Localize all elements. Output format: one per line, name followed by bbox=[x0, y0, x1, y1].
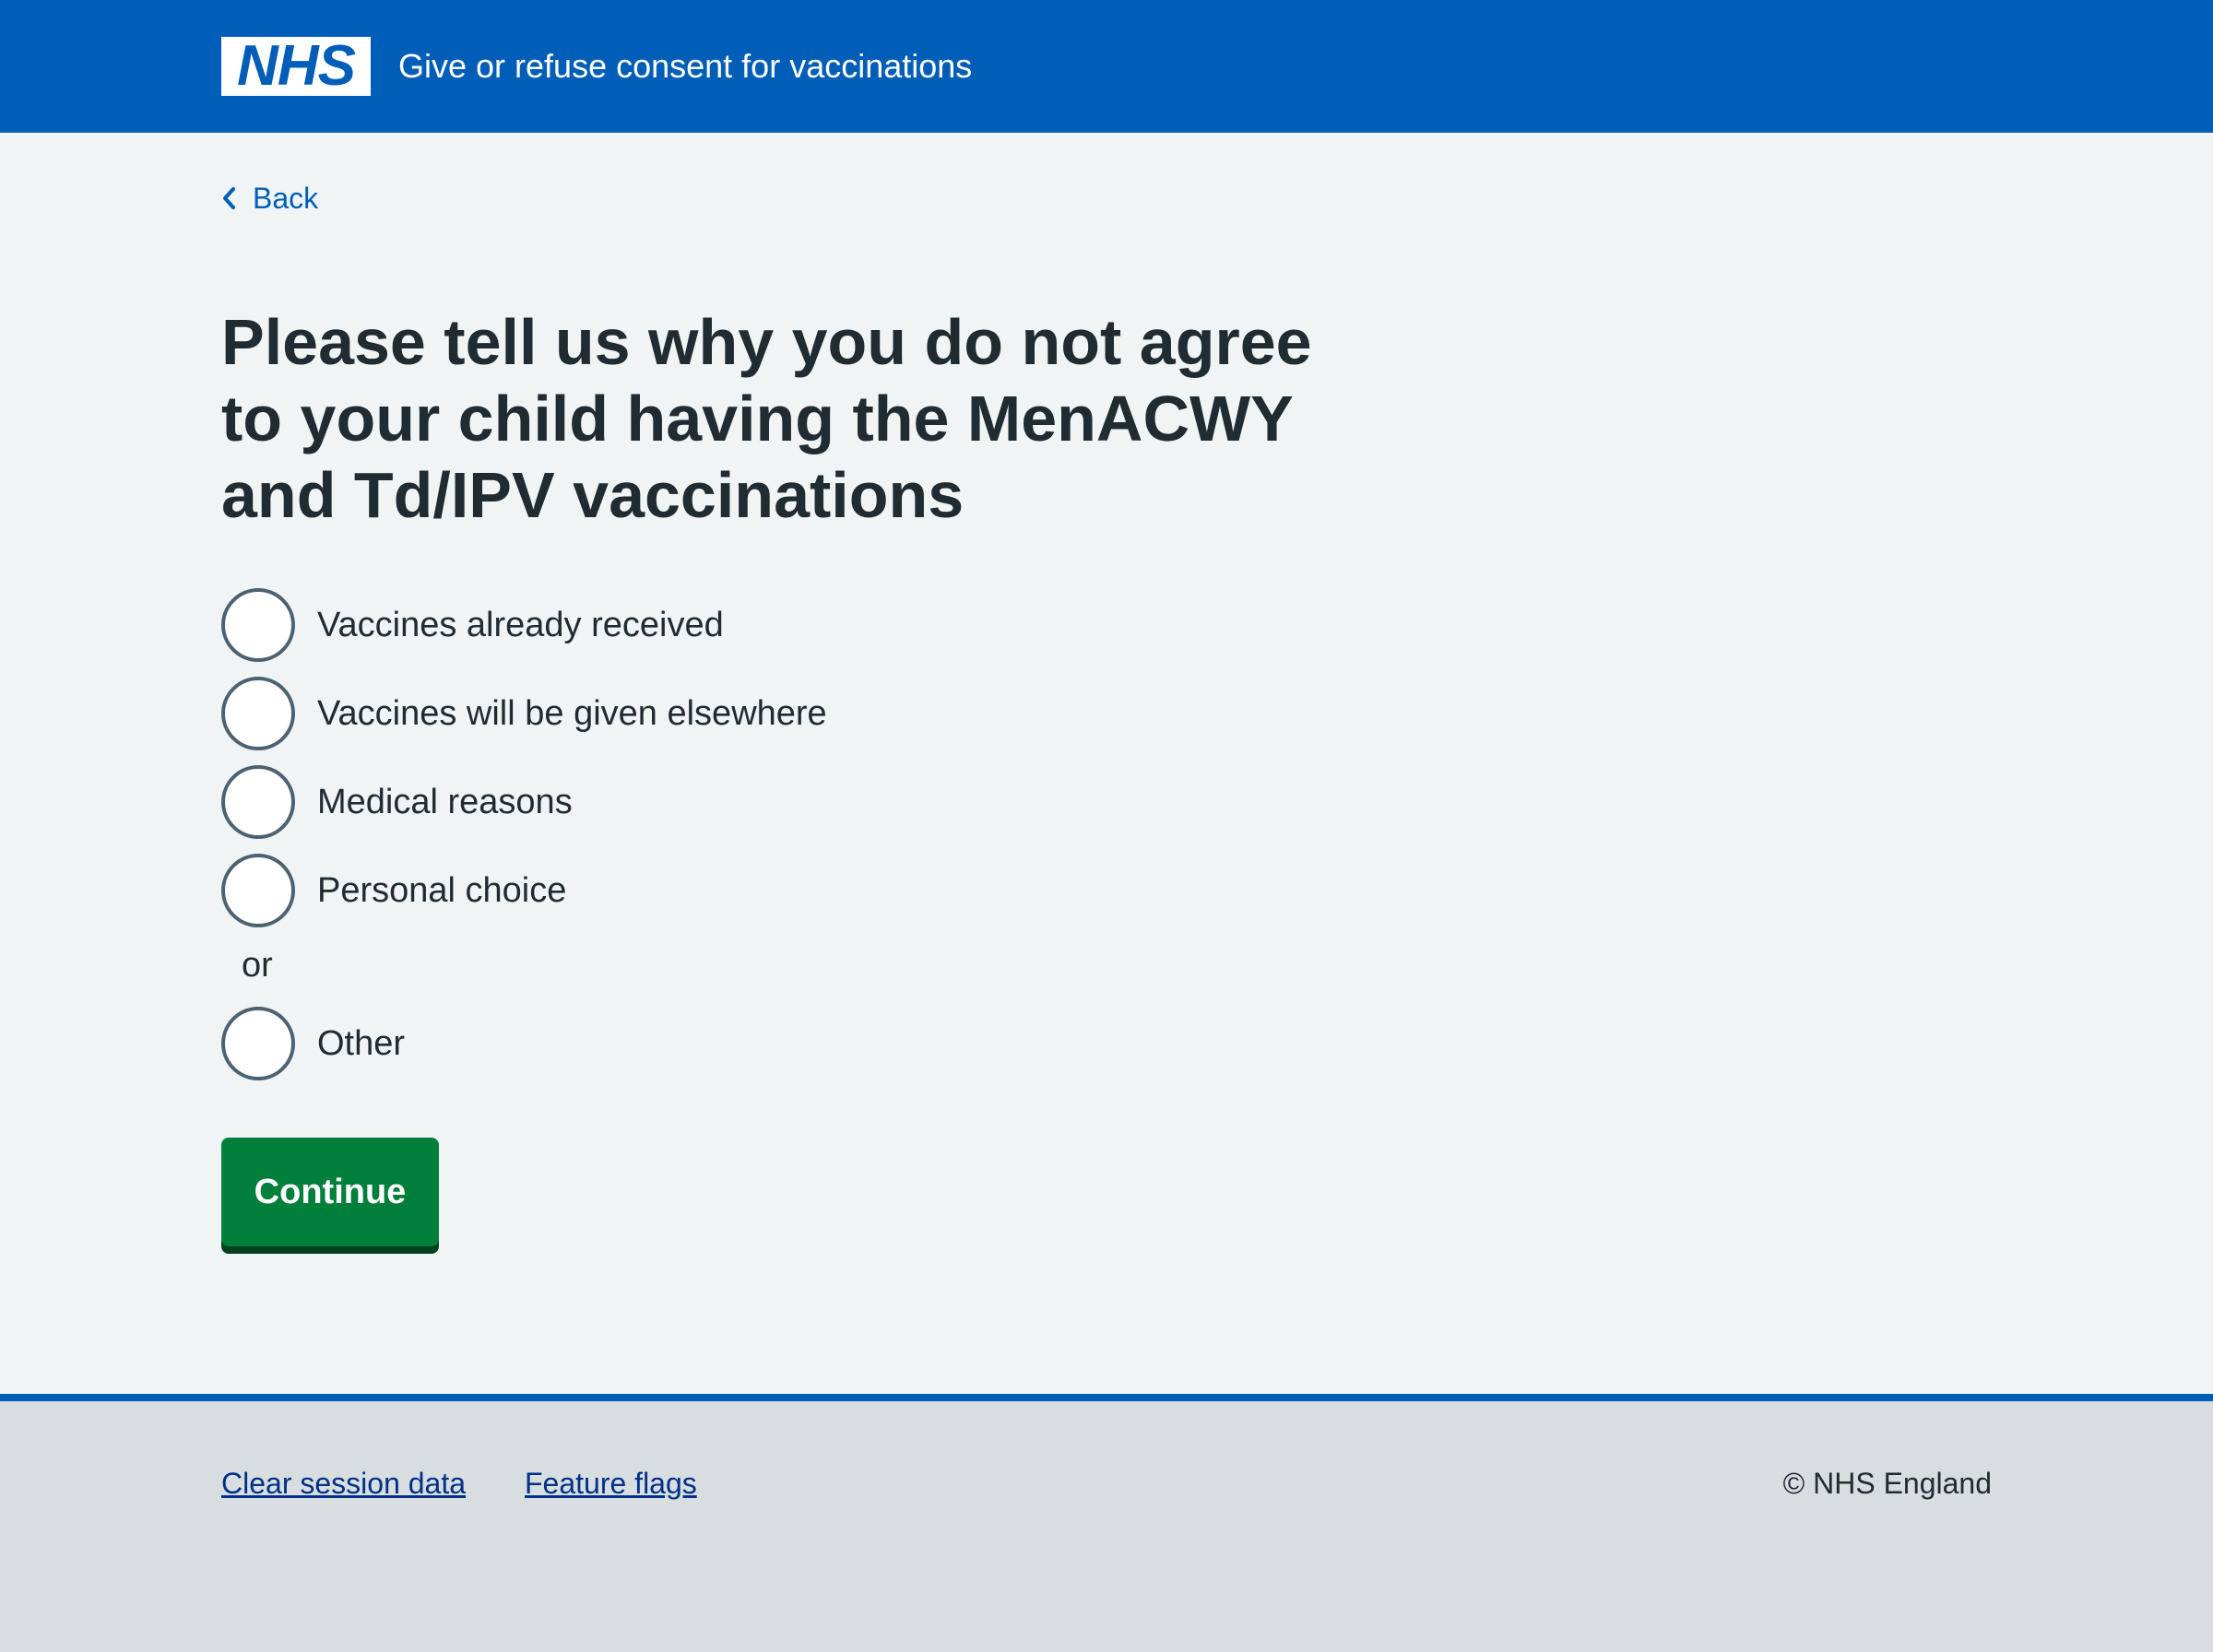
radio-button[interactable] bbox=[221, 854, 295, 927]
radio-other[interactable]: Other bbox=[221, 1007, 405, 1080]
footer-link-feature-flags[interactable]: Feature flags bbox=[525, 1460, 697, 1506]
page-heading: Please tell us why you do not agree to y… bbox=[221, 306, 1312, 531]
service-name[interactable]: Give or refuse consent for vaccinations bbox=[398, 41, 972, 92]
radio-personal-choice[interactable]: Personal choice bbox=[221, 854, 566, 927]
radio-button[interactable] bbox=[221, 677, 295, 750]
site-header: NHS Give or refuse consent for vaccinati… bbox=[0, 0, 2213, 133]
radio-button[interactable] bbox=[221, 1007, 295, 1080]
radio-label[interactable]: Personal choice bbox=[317, 867, 566, 914]
radio-button[interactable] bbox=[221, 765, 295, 839]
radio-medical-reasons[interactable]: Medical reasons bbox=[221, 765, 573, 839]
nhs-logo-text: NHS bbox=[237, 34, 356, 98]
continue-button[interactable]: Continue bbox=[221, 1138, 439, 1246]
radio-divider-or: or bbox=[242, 946, 273, 985]
chevron-left-icon bbox=[223, 187, 235, 209]
site-footer bbox=[0, 1401, 2213, 1652]
footer-link-clear-session[interactable]: Clear session data bbox=[221, 1460, 466, 1506]
radio-label[interactable]: Vaccines already received bbox=[317, 602, 724, 648]
nhs-logo[interactable]: NHS bbox=[221, 37, 371, 96]
radio-label[interactable]: Vaccines will be given elsewhere bbox=[317, 690, 827, 737]
radio-button[interactable] bbox=[221, 588, 295, 662]
footer-divider bbox=[0, 1394, 2213, 1401]
radio-label[interactable]: Other bbox=[317, 1021, 405, 1067]
radio-vaccines-already-received[interactable]: Vaccines already received bbox=[221, 588, 724, 662]
copyright-text: © NHS England bbox=[1782, 1467, 1992, 1500]
back-link[interactable]: Back bbox=[219, 175, 318, 221]
radio-label[interactable]: Medical reasons bbox=[317, 779, 573, 825]
back-link-label: Back bbox=[253, 182, 319, 215]
radio-vaccines-given-elsewhere[interactable]: Vaccines will be given elsewhere bbox=[221, 677, 827, 750]
